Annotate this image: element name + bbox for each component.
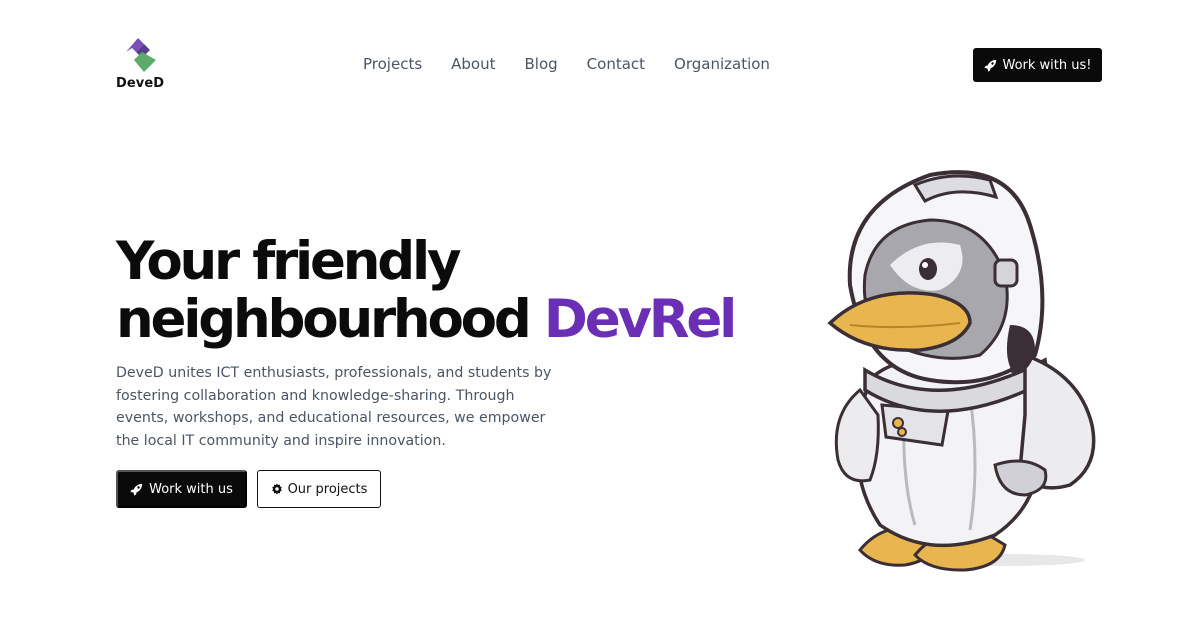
hero-title-line2: neighbourhood [116, 289, 532, 350]
main-nav: Projects About Blog Contact Organization [363, 55, 799, 73]
hero-description: DeveD unites ICT enthusiasts, profession… [116, 365, 552, 449]
work-with-us-header-button[interactable]: Work with us! [973, 48, 1102, 82]
nav-contact[interactable]: Contact [587, 55, 645, 73]
nav-blog[interactable]: Blog [525, 55, 558, 73]
brand-name: DeveD [116, 76, 165, 91]
hero-title-accent: DevRel [543, 289, 737, 350]
work-with-us-button[interactable]: Work with us [116, 470, 247, 508]
rocket-icon [983, 59, 996, 72]
work-with-us-label: Work with us [149, 481, 233, 497]
our-projects-label: Our projects [287, 481, 368, 497]
our-projects-button[interactable]: Our projects [257, 470, 381, 508]
nav-organization[interactable]: Organization [674, 55, 770, 73]
astronaut-duck-illustration [827, 170, 1096, 572]
brand-logo[interactable]: DeveD [116, 34, 164, 91]
gear-icon [271, 483, 282, 495]
nav-about[interactable]: About [451, 55, 495, 73]
deved-logo-icon [126, 38, 156, 72]
work-with-us-header-label: Work with us! [1002, 57, 1092, 73]
hero-title: Your friendly neighbourhood DevRel [116, 231, 737, 350]
rocket-icon [130, 483, 143, 496]
hero-title-line1: Your friendly [116, 231, 462, 292]
nav-projects[interactable]: Projects [363, 55, 422, 73]
